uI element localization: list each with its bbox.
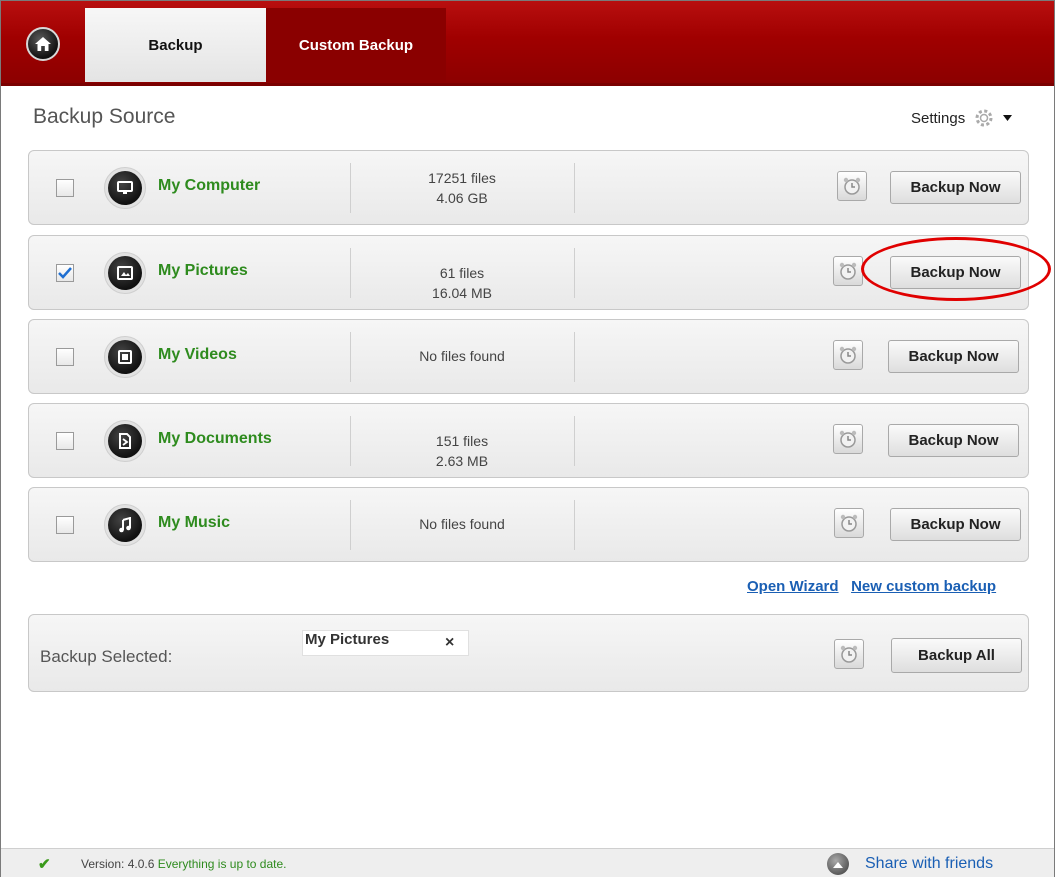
home-button[interactable]: [26, 27, 60, 61]
source-file-info: No files found: [350, 346, 574, 366]
settings-label: Settings: [911, 109, 966, 127]
divider: [574, 416, 575, 466]
quick-links: Open Wizard New custom backup: [747, 578, 996, 595]
backup-selected-panel: Backup Selected: My Pictures × Backup Al…: [28, 614, 1029, 692]
source-row-my-pictures: My Pictures 61 files 16.04 MB Backup Now: [28, 235, 1029, 310]
source-name[interactable]: My Pictures: [158, 262, 248, 280]
file-count: 61 files: [439, 265, 485, 281]
selected-source-chip: My Pictures ×: [302, 630, 469, 656]
source-row-my-documents: My Documents 151 files 2.63 MB Backup No…: [28, 403, 1029, 478]
source-checkbox[interactable]: [56, 516, 74, 534]
update-status: Everything is up to date.: [157, 857, 287, 871]
tab-backup[interactable]: Backup: [85, 8, 266, 82]
selected-source-name: My Pictures: [305, 631, 390, 648]
alarm-clock-icon: [839, 346, 857, 364]
file-size: 4.06 GB: [436, 190, 488, 206]
settings-menu[interactable]: Settings: [911, 107, 1013, 129]
source-file-info: 17251 files 4.06 GB: [350, 168, 574, 208]
remove-selection-icon[interactable]: ×: [445, 634, 454, 652]
alarm-clock-icon: [840, 645, 858, 663]
backup-all-button[interactable]: Backup All: [891, 638, 1022, 673]
version-label: Version:: [81, 857, 125, 871]
schedule-button[interactable]: [833, 424, 863, 454]
checkmark-icon: [58, 267, 72, 279]
divider: [574, 248, 575, 298]
ok-check-icon: ✔: [38, 856, 51, 873]
document-icon: [119, 433, 131, 449]
monitor-icon: [117, 181, 133, 194]
backup-now-button[interactable]: Backup Now: [888, 340, 1019, 373]
source-row-my-music: My Music No files found Backup Now: [28, 487, 1029, 562]
source-checkbox[interactable]: [56, 179, 74, 197]
backup-now-button[interactable]: Backup Now: [890, 508, 1021, 541]
share-label: Share with friends: [865, 855, 994, 872]
alarm-clock-icon: [839, 430, 857, 448]
tab-custom-backup[interactable]: Custom Backup: [266, 8, 446, 82]
source-name[interactable]: My Videos: [158, 346, 237, 364]
source-row-my-videos: My Videos No files found Backup Now: [28, 319, 1029, 394]
alarm-clock-icon: [839, 262, 857, 280]
schedule-all-button[interactable]: [834, 639, 864, 669]
file-size: 2.63 MB: [435, 453, 489, 469]
backup-now-button[interactable]: Backup Now: [888, 424, 1019, 457]
source-file-info: 61 files 16.04 MB: [350, 263, 574, 303]
share-with-friends-link[interactable]: Share with friends: [827, 853, 993, 875]
schedule-button[interactable]: [837, 171, 867, 201]
home-icon: [35, 37, 51, 51]
alarm-clock-icon: [843, 177, 861, 195]
source-checkbox[interactable]: [56, 264, 74, 282]
gear-icon: [975, 109, 993, 127]
open-wizard-link[interactable]: Open Wizard: [747, 578, 839, 595]
music-note-icon: [119, 517, 131, 533]
source-icon-badge: [104, 167, 146, 209]
dropdown-arrow-icon: [1003, 115, 1013, 121]
file-count: 17251 files: [428, 170, 496, 186]
source-checkbox[interactable]: [56, 348, 74, 366]
backup-selected-label: Backup Selected:: [40, 647, 173, 666]
schedule-button[interactable]: [833, 256, 863, 286]
source-name[interactable]: My Documents: [158, 430, 272, 448]
divider: [574, 163, 575, 213]
source-row-my-computer: My Computer 17251 files 4.06 GB Backup N…: [28, 150, 1029, 225]
file-count: No files found: [419, 348, 505, 364]
schedule-button[interactable]: [834, 508, 864, 538]
film-icon: [118, 350, 132, 364]
backup-now-button[interactable]: Backup Now: [890, 256, 1021, 289]
version-info: Version: 4.0.6 Everything is up to date.: [81, 857, 287, 871]
version-number: 4.0.6: [127, 857, 155, 871]
source-icon-badge: [104, 336, 146, 378]
source-icon-badge: [104, 420, 146, 462]
source-file-info: 151 files 2.63 MB: [350, 431, 574, 471]
new-custom-backup-link[interactable]: New custom backup: [851, 578, 996, 595]
file-count: No files found: [419, 516, 505, 532]
backup-now-button[interactable]: Backup Now: [890, 171, 1021, 204]
alarm-clock-icon: [840, 514, 858, 532]
source-icon-badge: [104, 252, 146, 294]
source-file-info: No files found: [350, 514, 574, 534]
share-icon: [827, 853, 849, 875]
backup-app-window: Backup Custom Backup Backup Source Setti…: [0, 0, 1055, 877]
page-title: Backup Source: [33, 105, 176, 128]
file-size: 16.04 MB: [432, 285, 492, 301]
status-bar: ✔ Version: 4.0.6 Everything is up to dat…: [1, 848, 1054, 877]
top-nav-bar: Backup Custom Backup: [1, 1, 1054, 86]
picture-icon: [117, 266, 133, 280]
schedule-button[interactable]: [833, 340, 863, 370]
divider: [574, 500, 575, 550]
source-checkbox[interactable]: [56, 432, 74, 450]
source-name[interactable]: My Computer: [158, 177, 260, 195]
source-name[interactable]: My Music: [158, 514, 230, 532]
source-icon-badge: [104, 504, 146, 546]
file-count: 151 files: [435, 433, 489, 449]
divider: [574, 332, 575, 382]
